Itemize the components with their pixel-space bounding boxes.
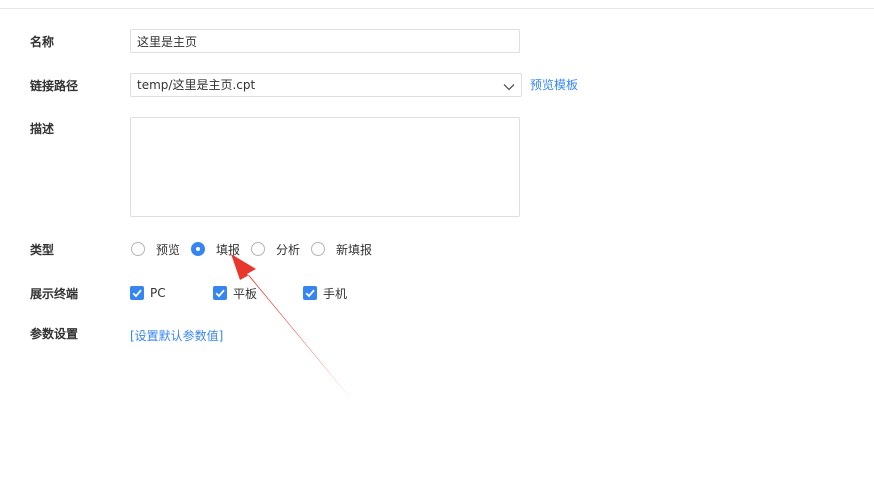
type-radio-fill[interactable]: 填报 <box>191 240 240 258</box>
checkbox-label: 手机 <box>323 286 348 301</box>
terminal-checkbox-tablet[interactable]: 平板 <box>213 285 257 301</box>
params-label: 参数设置 <box>30 327 79 341</box>
preview-template-link[interactable]: 预览模板 <box>530 77 578 93</box>
description-textarea[interactable] <box>130 117 520 217</box>
set-default-params-link[interactable]: [设置默认参数值] <box>130 328 223 344</box>
terminal-checkbox-mobile[interactable]: 手机 <box>303 285 347 301</box>
radio-label: 分析 <box>276 242 301 257</box>
radio-circle[interactable] <box>251 242 265 256</box>
type-radio-analysis[interactable]: 分析 <box>251 240 300 258</box>
radio-circle[interactable] <box>131 242 145 256</box>
name-label: 名称 <box>30 35 55 49</box>
radio-label: 新填报 <box>336 242 373 257</box>
checkbox-label: 平板 <box>233 286 258 301</box>
radio-label: 填报 <box>216 242 241 257</box>
terminal-checkbox-pc[interactable]: PC <box>130 285 166 301</box>
radio-label: 预览 <box>156 242 181 257</box>
resource-edit-form: 名称 链接路径 temp/这里是主页.cpt 预览模板 描述 类型 预览 填报 … <box>0 0 874 497</box>
radio-circle[interactable] <box>311 242 325 256</box>
link-path-select[interactable]: temp/这里是主页.cpt <box>130 73 522 97</box>
type-radio-new-fill[interactable]: 新填报 <box>311 240 372 258</box>
check-icon[interactable] <box>130 286 144 300</box>
description-label: 描述 <box>30 122 55 136</box>
top-divider <box>0 8 874 9</box>
check-icon[interactable] <box>303 286 317 300</box>
radio-circle-selected[interactable] <box>191 242 205 256</box>
checkbox-label: PC <box>150 286 166 300</box>
type-label: 类型 <box>30 243 55 257</box>
type-radio-preview[interactable]: 预览 <box>131 240 180 258</box>
terminals-label: 展示终端 <box>30 287 79 301</box>
check-icon[interactable] <box>213 286 227 300</box>
link-path-value: temp/这里是主页.cpt <box>137 78 256 92</box>
name-input[interactable] <box>130 29 520 53</box>
chevron-down-icon <box>503 78 515 91</box>
link-path-label: 链接路径 <box>30 79 79 93</box>
